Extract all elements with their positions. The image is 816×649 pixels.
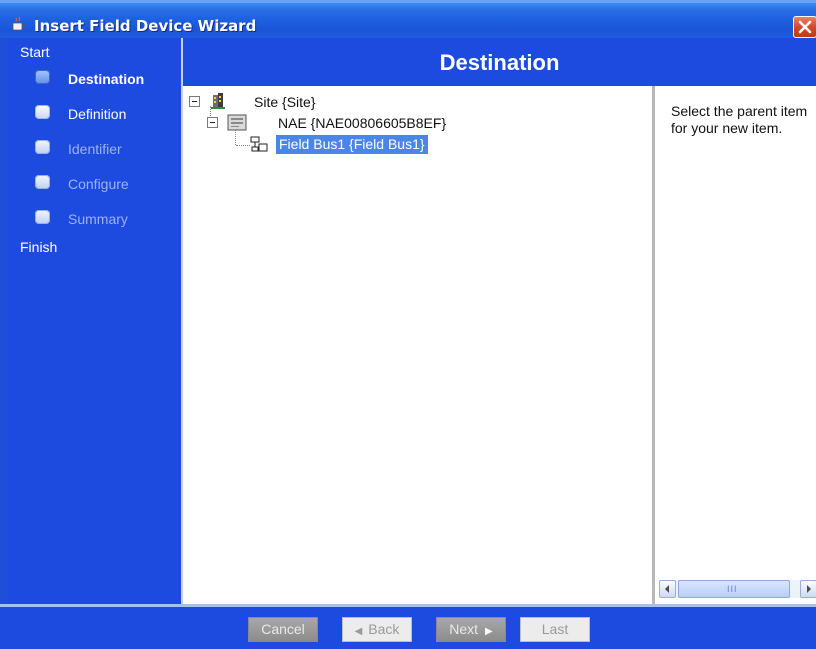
tree-node-label: Site {Site} bbox=[254, 94, 316, 110]
step-label: Definition bbox=[68, 106, 127, 122]
wizard-steps-panel: Start Destination Definition Identifier … bbox=[8, 38, 181, 604]
window-title: Insert Field Device Wizard bbox=[34, 17, 257, 35]
tree-node-field-bus[interactable]: Field Bus1 {Field Bus1} bbox=[250, 135, 510, 155]
scroll-right-button[interactable] bbox=[800, 580, 816, 598]
step-label: Summary bbox=[68, 211, 128, 227]
last-button[interactable]: Last bbox=[520, 617, 590, 642]
java-cup-icon bbox=[11, 16, 27, 32]
step-label: Destination bbox=[68, 71, 145, 87]
step-definition: Definition bbox=[32, 103, 182, 125]
network-icon bbox=[250, 136, 268, 155]
arrow-right-icon: ▶ bbox=[485, 626, 493, 637]
page-title: Destination bbox=[439, 50, 560, 75]
scroll-thumb[interactable]: III bbox=[678, 580, 790, 598]
step-bullet-icon bbox=[35, 140, 50, 154]
step-bullet-icon bbox=[35, 105, 50, 119]
wizard-button-bar: Cancel ◀ Back Next ▶ Last bbox=[0, 604, 816, 649]
cancel-button[interactable]: Cancel bbox=[248, 617, 318, 642]
collapse-toggle-icon[interactable] bbox=[207, 117, 218, 128]
help-horizontal-scrollbar[interactable]: III bbox=[659, 580, 816, 598]
next-button[interactable]: Next ▶ bbox=[436, 617, 506, 642]
step-label: Identifier bbox=[68, 141, 122, 157]
title-bar[interactable]: Insert Field Device Wizard bbox=[0, 0, 816, 38]
step-label: Configure bbox=[68, 176, 129, 192]
step-identifier: Identifier bbox=[32, 138, 182, 160]
step-bullet-icon bbox=[35, 210, 50, 224]
back-label: Back bbox=[368, 621, 400, 637]
building-icon bbox=[209, 92, 227, 113]
next-label: Next bbox=[449, 621, 479, 637]
scroll-left-button[interactable] bbox=[659, 580, 676, 598]
step-configure: Configure bbox=[32, 173, 182, 195]
close-button[interactable] bbox=[793, 16, 816, 38]
collapse-toggle-icon[interactable] bbox=[189, 96, 200, 107]
tree-guide-line bbox=[236, 145, 250, 146]
step-destination: Destination bbox=[32, 68, 182, 90]
arrow-left-icon: ◀ bbox=[354, 626, 363, 637]
tree-node-label: Field Bus1 {Field Bus1} bbox=[276, 135, 428, 154]
help-panel: Select the parent item for your new item… bbox=[655, 86, 816, 604]
cancel-label: Cancel bbox=[261, 621, 305, 637]
back-button[interactable]: ◀ Back bbox=[342, 617, 412, 642]
wizard-window: Insert Field Device Wizard Start Destina… bbox=[0, 0, 816, 649]
steps-finish-label: Finish bbox=[20, 239, 58, 255]
step-bullet-icon bbox=[35, 70, 50, 84]
tree-node-label: NAE {NAE00806605B8EF} bbox=[278, 115, 447, 131]
step-bullet-icon bbox=[35, 175, 50, 189]
tree-node-nae[interactable]: NAE {NAE00806605B8EF} bbox=[205, 113, 505, 133]
arrow-right-icon bbox=[807, 585, 811, 593]
step-summary: Summary bbox=[32, 208, 182, 230]
close-icon bbox=[798, 20, 812, 34]
tree-node-site[interactable]: Site {Site} bbox=[187, 92, 487, 112]
destination-tree[interactable]: Site {Site} NAE {NAE00806605B8EF} Field … bbox=[183, 86, 654, 604]
content-area: Site {Site} NAE {NAE00806605B8EF} Field … bbox=[181, 86, 816, 604]
steps-start-label: Start bbox=[20, 44, 50, 60]
help-text: Select the parent item for your new item… bbox=[671, 103, 808, 136]
server-icon bbox=[227, 114, 247, 134]
scroll-thumb-grip: III bbox=[727, 584, 738, 594]
arrow-left-icon bbox=[665, 585, 669, 593]
last-label: Last bbox=[541, 621, 569, 637]
page-header: Destination bbox=[181, 38, 816, 86]
